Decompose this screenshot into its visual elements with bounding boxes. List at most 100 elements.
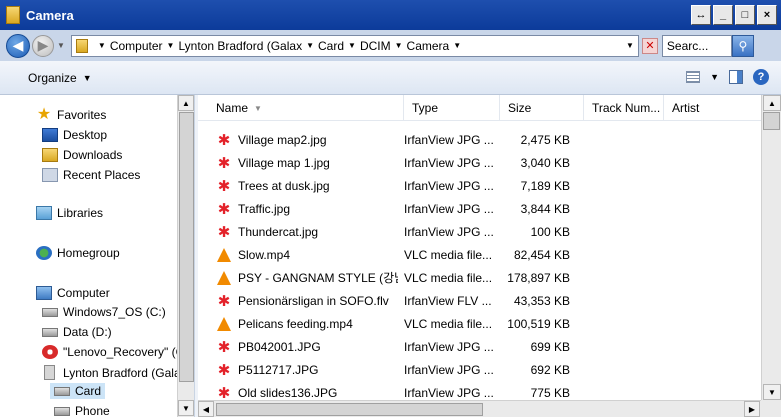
file-row[interactable]: Pelicans feeding.mp4 VLC media file... 100… <box>198 312 761 335</box>
file-size: 3,844 KB <box>520 201 570 216</box>
libraries-icon <box>36 206 52 220</box>
column-header-type[interactable]: Type <box>404 95 500 121</box>
folder-icon <box>6 6 20 24</box>
forward-button[interactable]: ▶ <box>32 34 54 57</box>
recent-pages-dropdown[interactable]: ▼ <box>57 41 65 50</box>
file-name: Village map2.jpg <box>238 132 327 147</box>
chevron-down-icon[interactable]: ▼ <box>710 72 719 82</box>
file-row[interactable]: ✱ Village map2.jpg IrfanView JPG ... 2,475 … <box>198 128 761 151</box>
nav-recent-places[interactable]: Recent Places <box>42 168 140 182</box>
preview-pane-icon[interactable] <box>729 70 743 84</box>
file-list-vertical-scrollbar[interactable]: ▲ ▼ <box>761 95 781 400</box>
file-row[interactable]: PSY - GANGNAM STYLE (강남... VLC media file… <box>198 266 761 289</box>
file-type: VLC media file... <box>404 316 493 331</box>
column-header-size[interactable]: Size <box>500 95 584 121</box>
file-row[interactable]: ✱ Traffic.jpg IrfanView JPG ... 3,844 KB <box>198 197 761 220</box>
vlc-icon <box>217 270 231 285</box>
file-row[interactable]: ✱ P5112717.JPG IrfanView JPG ... 692 KB <box>198 358 761 381</box>
scroll-left-icon[interactable]: ◀ <box>198 401 214 417</box>
nav-card[interactable]: Card <box>50 383 106 399</box>
address-dropdown[interactable]: ▼ <box>626 41 634 50</box>
file-list-horizontal-scrollbar[interactable]: ◀ ▶ <box>198 400 761 417</box>
file-size: 7,189 KB <box>520 178 570 193</box>
file-name: PSY - GANGNAM STYLE (강남... <box>238 271 398 285</box>
minimize-button[interactable]: _ <box>713 5 733 25</box>
search-input[interactable]: Searc... <box>661 34 732 57</box>
file-row[interactable]: ✱ Village map 1.jpg IrfanView JPG ... 3,040… <box>198 151 761 174</box>
scroll-up-icon[interactable]: ▲ <box>763 95 781 111</box>
file-row[interactable]: ✱ Trees at dusk.jpg IrfanView JPG ... 7,189… <box>198 174 761 197</box>
help-icon[interactable]: ? <box>753 69 769 85</box>
horizontal-scroll-thumb[interactable] <box>216 403 483 416</box>
file-type: IrfanView JPG ... <box>404 362 494 377</box>
column-header-name[interactable]: Name ▼ <box>198 95 404 121</box>
nav-libraries[interactable]: Libraries <box>36 206 103 220</box>
file-name-cell: ✱ Trees at dusk.jpg <box>198 178 398 194</box>
scroll-down-icon[interactable]: ▼ <box>763 384 781 400</box>
file-row[interactable]: Slow.mp4 VLC media file... 82,454 KB <box>198 243 761 266</box>
file-row[interactable]: ✱ PB042001.JPG IrfanView JPG ... 699 KB <box>198 335 761 358</box>
window-controls: ↔ _ □ × <box>691 5 777 25</box>
nav-phone[interactable]: Phone <box>54 404 110 417</box>
file-row[interactable]: ✱ Pensionärsligan in SOFO.flv IrfanView FL… <box>198 289 761 312</box>
folder-icon <box>75 38 88 53</box>
nav-drive-d[interactable]: Data (D:) <box>42 325 112 339</box>
breadcrumb-computer[interactable]: ▼ Computer <box>94 39 163 53</box>
computer-icon <box>36 286 52 300</box>
breadcrumb-camera[interactable]: ▼ Camera ▼ <box>391 39 466 53</box>
address-bar[interactable]: ▼ Computer ▼ Lynton Bradford (Galax ▼ Card … <box>70 34 639 57</box>
file-row[interactable]: ✱ Thundercat.jpg IrfanView JPG ... 100 KB <box>198 220 761 243</box>
close-button[interactable]: × <box>757 5 777 25</box>
back-button[interactable]: ◀ <box>6 33 30 58</box>
restore-size-button[interactable]: ↔ <box>691 5 711 25</box>
file-type: IrfanView JPG ... <box>404 132 494 147</box>
nav-scrollbar[interactable]: ▲ ▼ <box>177 95 194 417</box>
view-options-icon[interactable] <box>686 71 701 83</box>
column-header-artist[interactable]: Artist <box>664 95 761 121</box>
downloads-icon <box>42 148 58 162</box>
irfanview-icon: ✱ <box>217 361 231 378</box>
scroll-right-icon[interactable]: ▶ <box>744 401 760 417</box>
breadcrumb-device[interactable]: ▼ Lynton Bradford (Galax <box>163 39 303 53</box>
search-icon[interactable]: ⚲ <box>731 34 754 57</box>
nav-desktop[interactable]: Desktop <box>42 128 107 142</box>
file-size: 699 KB <box>530 339 570 354</box>
breadcrumb-card[interactable]: ▼ Card <box>302 39 344 53</box>
file-type: IrfanView JPG ... <box>404 385 494 400</box>
nav-scroll-thumb[interactable] <box>179 112 194 382</box>
scroll-down-icon[interactable]: ▼ <box>178 400 194 416</box>
nav-computer[interactable]: Computer <box>36 286 110 300</box>
file-name: Old slides136.JPG <box>238 385 338 400</box>
stop-icon[interactable]: ✕ <box>641 37 658 54</box>
file-list-scroll-thumb[interactable] <box>763 112 780 130</box>
file-name-cell: ✱ Thundercat.jpg <box>198 224 398 240</box>
file-name-cell: ✱ Village map 1.jpg <box>198 155 398 171</box>
drive-icon <box>42 327 58 337</box>
maximize-button[interactable]: □ <box>735 5 755 25</box>
nav-favorites[interactable]: ★ Favorites <box>36 107 107 123</box>
irfanview-icon: ✱ <box>217 154 231 171</box>
chevron-down-icon: ▼ <box>82 72 92 83</box>
nav-drive-c[interactable]: Windows7_OS (C:) <box>42 305 166 319</box>
column-header-track[interactable]: Track Num... <box>584 95 664 121</box>
vlc-icon <box>217 316 231 331</box>
nav-phone-device[interactable]: Lynton Bradford (Galax <box>42 365 187 380</box>
address-row: ◀ ▶ ▼ ▼ Computer ▼ Lynton Bradford (Galax … <box>0 30 781 61</box>
title-bar: Camera ↔ _ □ × <box>0 0 781 30</box>
nav-homegroup[interactable]: Homegroup <box>36 246 120 260</box>
file-type: IrfanView JPG ... <box>404 201 494 216</box>
card-drive-icon <box>54 386 70 396</box>
vlc-icon <box>217 247 231 262</box>
file-type: VLC media file... <box>404 270 493 285</box>
file-type: IrfanView JPG ... <box>404 339 494 354</box>
file-name-cell: ✱ Village map2.jpg <box>198 132 398 148</box>
file-list: Name ▼ Type Size Track Num... Artist ✱ Vil… <box>198 95 781 417</box>
file-name: PB042001.JPG <box>238 339 321 354</box>
file-size: 178,897 KB <box>507 270 570 285</box>
breadcrumb-dcim[interactable]: ▼ DCIM <box>344 39 391 53</box>
scroll-up-icon[interactable]: ▲ <box>178 95 194 111</box>
nav-downloads[interactable]: Downloads <box>42 148 122 162</box>
organize-button[interactable]: Organize ▼ <box>28 71 92 85</box>
sort-chevron-icon: ▼ <box>254 103 262 113</box>
nav-lenovo-recovery[interactable]: "Lenovo_Recovery" (C <box>42 345 184 359</box>
